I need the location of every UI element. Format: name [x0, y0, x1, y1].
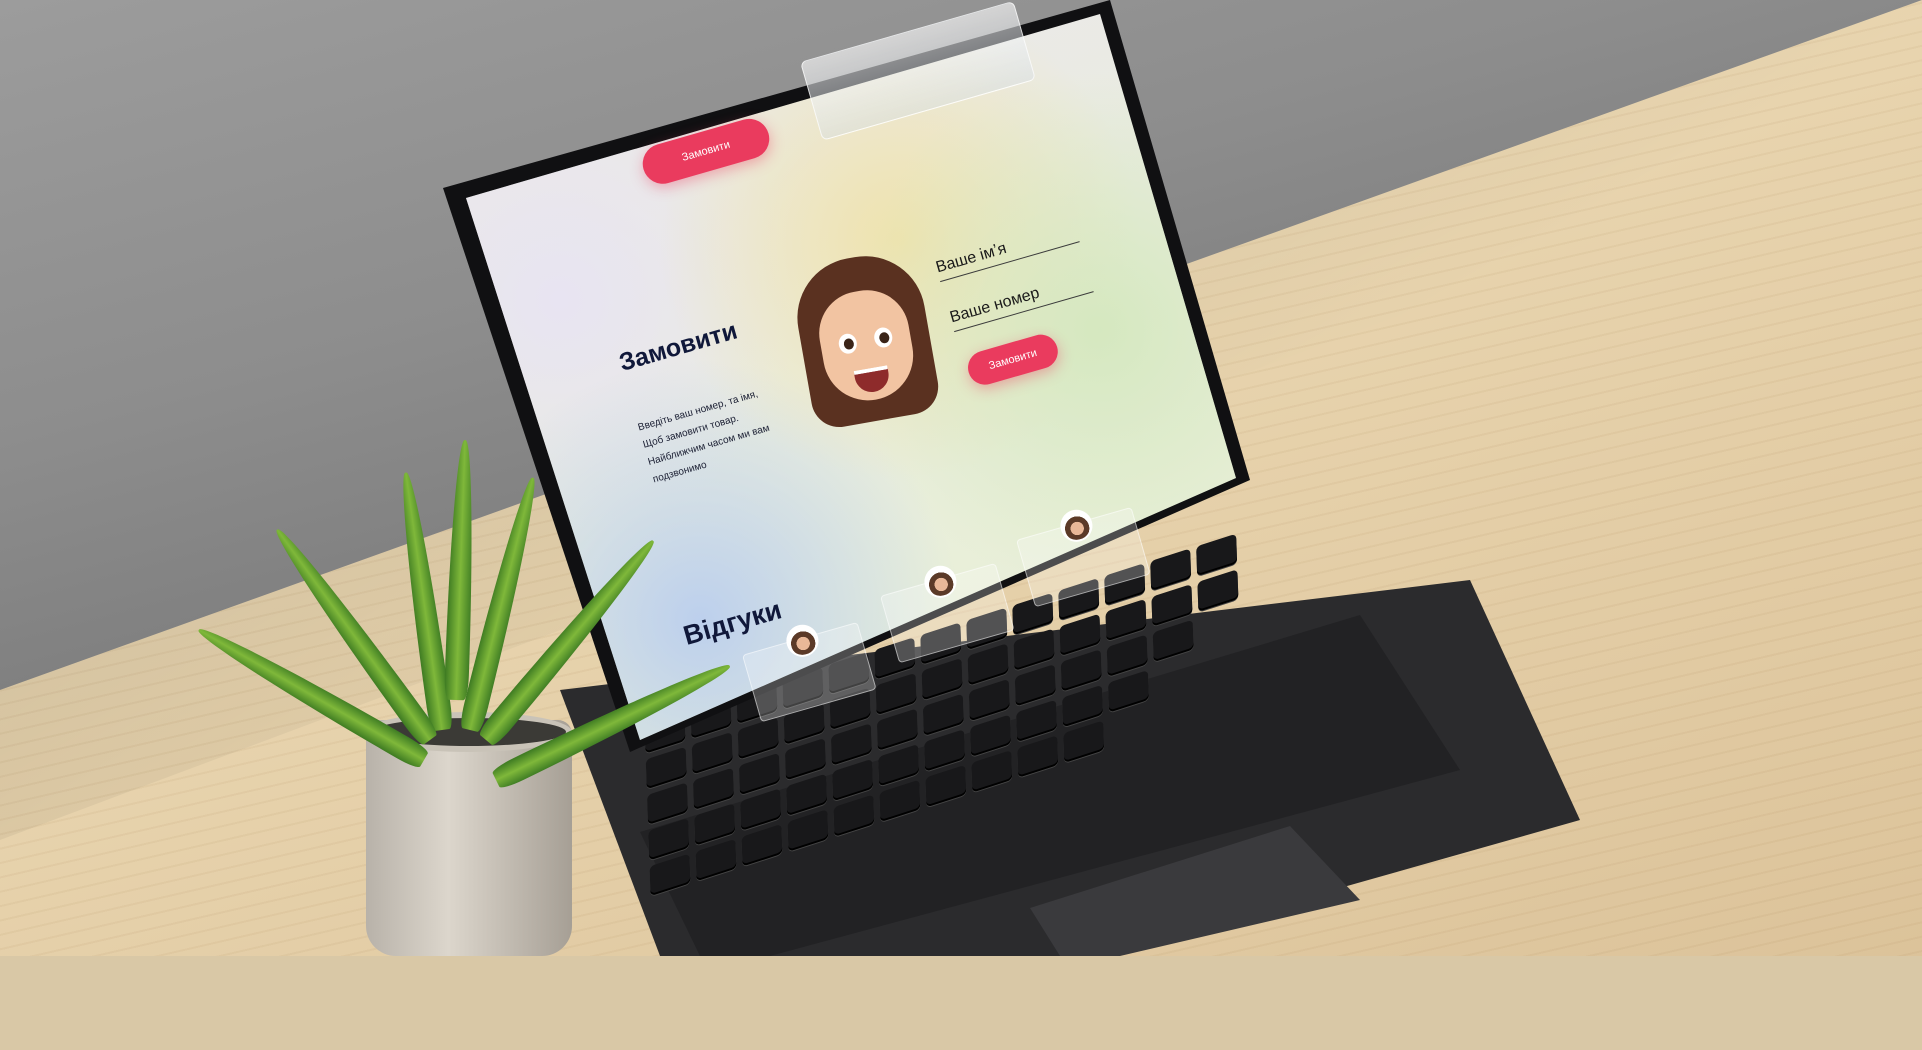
key[interactable] [648, 817, 690, 861]
key[interactable] [692, 767, 734, 811]
key[interactable] [1013, 628, 1055, 671]
key[interactable] [1105, 598, 1147, 642]
key[interactable] [830, 723, 872, 766]
key[interactable] [1106, 634, 1148, 677]
key[interactable] [832, 758, 874, 802]
key[interactable] [649, 853, 691, 897]
avatar-left-eye [837, 332, 859, 356]
key[interactable] [1016, 699, 1058, 743]
key[interactable] [1152, 619, 1194, 663]
key[interactable] [970, 714, 1012, 757]
key[interactable] [645, 746, 687, 790]
key[interactable] [1061, 684, 1104, 728]
avatar-mouth [853, 365, 892, 395]
key[interactable] [740, 788, 782, 831]
key[interactable] [967, 643, 1009, 686]
key[interactable] [971, 750, 1013, 793]
key[interactable] [786, 773, 828, 817]
key[interactable] [1151, 584, 1193, 627]
key[interactable] [921, 657, 963, 701]
key[interactable] [922, 693, 964, 737]
key[interactable] [695, 838, 737, 882]
key[interactable] [741, 823, 783, 867]
avatar-right-eye [872, 326, 894, 349]
key[interactable] [924, 729, 966, 772]
key[interactable] [876, 708, 918, 751]
key[interactable] [694, 803, 736, 846]
key[interactable] [737, 717, 779, 760]
key[interactable] [1017, 735, 1059, 778]
key[interactable] [787, 809, 829, 852]
key[interactable] [691, 731, 733, 775]
key[interactable] [1014, 663, 1056, 707]
key[interactable] [784, 737, 826, 781]
key[interactable] [1197, 569, 1239, 612]
key[interactable] [875, 672, 917, 716]
key[interactable] [833, 794, 875, 837]
key[interactable] [1063, 720, 1105, 763]
key[interactable] [879, 779, 921, 823]
key[interactable] [1059, 613, 1101, 657]
key[interactable] [878, 743, 920, 787]
memoji-avatar [782, 246, 948, 432]
key[interactable] [968, 678, 1010, 722]
key[interactable] [1060, 649, 1102, 692]
key[interactable] [646, 782, 689, 825]
key[interactable] [925, 764, 967, 808]
key[interactable] [1107, 670, 1149, 713]
key[interactable] [738, 752, 780, 796]
